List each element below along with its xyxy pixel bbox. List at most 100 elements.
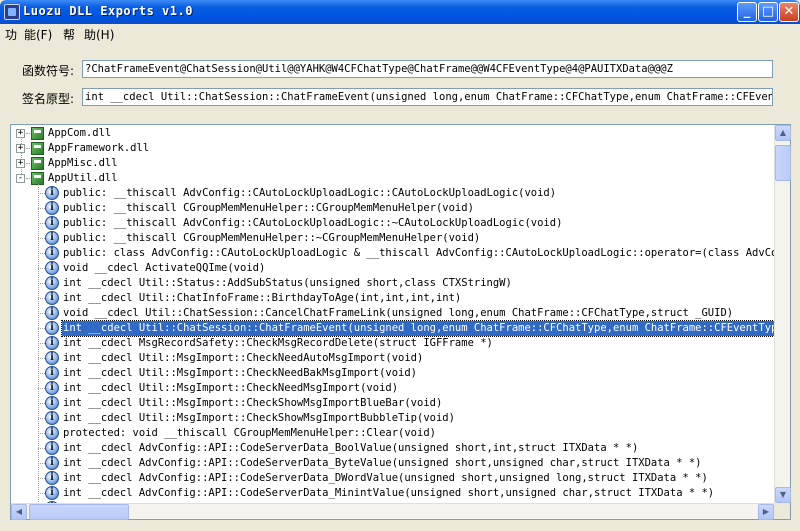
function-signature: void __cdecl ActivateQQIme(void) [63, 262, 266, 274]
tree-function-node[interactable]: i void __cdecl ActivateQQIme(void) [11, 261, 774, 276]
dll-icon [31, 142, 44, 155]
tree-guide-line [38, 358, 45, 359]
dll-name: AppFramework.dll [48, 142, 150, 154]
tree-guide-line [38, 223, 45, 224]
tree-guide-line [38, 313, 45, 314]
tree-guide-line [38, 403, 45, 404]
info-icon: i [45, 486, 59, 500]
tree-function-node[interactable]: i int __cdecl AdvConfig::API::CodeServerD… [11, 471, 774, 486]
tree-function-node[interactable]: i public: class AdvConfig::CAutoLockUploa… [11, 246, 777, 261]
info-icon: i [45, 366, 59, 380]
function-signature: int __cdecl AdvConfig::API::CodeServerDa… [63, 472, 708, 484]
tree-guide-line [38, 298, 45, 299]
function-signature: int __cdecl Util::MsgImport::CheckShowMs… [63, 412, 455, 424]
tree-function-node[interactable]: i protected: void __thiscall CGroupMemMen… [11, 426, 774, 441]
expand-icon[interactable]: + [16, 144, 25, 153]
tree-guide-line [38, 328, 45, 329]
tree-function-node[interactable]: i void __cdecl Util::ChatSession::CancelC… [11, 306, 774, 321]
scroll-down-button[interactable]: ▼ [775, 487, 791, 503]
function-signature: int __cdecl AdvConfig::API::CodeServerDa… [63, 487, 715, 499]
scroll-left-button[interactable]: ◀ [11, 504, 27, 520]
info-icon: i [45, 456, 59, 470]
function-signature: int __cdecl Util::Status::AddSubStatus(u… [63, 277, 512, 289]
symbol-field[interactable]: ?ChatFrameEvent@ChatSession@Util@@YAHK@W… [82, 60, 773, 78]
menu-function[interactable]: 能(F) [24, 26, 52, 43]
tree-dll-node[interactable]: + AppFramework.dll [11, 141, 771, 156]
scroll-up-button[interactable]: ▲ [775, 125, 791, 141]
prototype-label: 签名原型: [22, 92, 75, 106]
maximize-button[interactable]: □ [758, 2, 778, 22]
scroll-right-button[interactable]: ▶ [758, 504, 774, 520]
function-signature: int __cdecl Util::ChatSession::ChatFrame… [60, 320, 780, 337]
app-icon [4, 4, 20, 20]
tree-function-node[interactable]: i int __cdecl AdvConfig::API::CodeServerD… [11, 486, 774, 501]
tree-function-node[interactable]: i int __cdecl Util::Status::AddSubStatus(… [11, 276, 774, 291]
title-bar[interactable]: Luozu DLL Exports v1.0 _ □ ✕ [0, 0, 800, 24]
info-icon: i [45, 201, 59, 215]
info-icon: i [45, 351, 59, 365]
function-signature: int __cdecl Util::MsgImport::CheckNeedBa… [63, 367, 418, 379]
tree-function-node[interactable]: i public: __thiscall CGroupMemMenuHelper:… [11, 201, 774, 216]
expand-icon[interactable]: + [16, 159, 25, 168]
function-signature: int __cdecl AdvConfig::API::CodeServerDa… [63, 457, 702, 469]
close-button[interactable]: ✕ [779, 2, 799, 22]
tree-function-node[interactable]: i int __cdecl Util::MsgImport::CheckShowM… [11, 396, 774, 411]
function-signature: public: __thiscall CGroupMemMenuHelper::… [63, 202, 474, 214]
horizontal-scroll-thumb[interactable] [29, 504, 129, 520]
info-icon: i [45, 291, 59, 305]
tree-guide-line [38, 373, 45, 374]
menu-help[interactable]: 助(H) [84, 26, 114, 43]
tree-guide-line [38, 343, 45, 344]
tree-guide-line [38, 493, 45, 494]
info-icon: i [45, 411, 59, 425]
tree-function-node[interactable]: i int __cdecl Util::MsgImport::CheckShowM… [11, 411, 774, 426]
expand-icon[interactable]: + [16, 129, 25, 138]
horizontal-scrollbar[interactable]: ◀ ▶ [11, 503, 774, 520]
info-icon: i [45, 276, 59, 290]
tree-function-node[interactable]: i int __cdecl AdvConfig::API::CodeServerD… [11, 456, 774, 471]
tree-function-node[interactable]: i int __cdecl Util::ChatInfoFrame::Birthd… [11, 291, 774, 306]
tree-dll-node[interactable]: + AppMisc.dll [11, 156, 771, 171]
tree-guide-line [38, 268, 45, 269]
info-icon: i [45, 396, 59, 410]
exports-tree[interactable]: + AppCom.dll + AppFramework.dll + AppMisc.dll… [10, 124, 791, 520]
tree-function-node[interactable]: i public: __thiscall AdvConfig::CAutoLock… [11, 216, 774, 231]
tree-dll-node[interactable]: + AppCom.dll [11, 126, 771, 141]
info-icon: i [45, 306, 59, 320]
tree-function-node[interactable]: i int __cdecl Util::MsgImport::CheckNeedM… [11, 381, 774, 396]
scrollbar-corner [774, 503, 790, 519]
tree-function-node[interactable]: i int __cdecl Util::MsgImport::CheckNeedA… [11, 351, 774, 366]
info-icon: i [45, 216, 59, 230]
menu-function-char1[interactable]: 功 [5, 26, 17, 43]
symbol-label: 函数符号: [22, 64, 75, 78]
tree-function-node[interactable]: i int __cdecl MsgRecordSafety::CheckMsgRe… [11, 336, 774, 351]
tree-function-node[interactable]: i int __cdecl Util::MsgImport::CheckNeedB… [11, 366, 774, 381]
vertical-scrollbar[interactable]: ▲ ▼ [774, 125, 791, 503]
function-signature: int __cdecl MsgRecordSafety::CheckMsgRec… [63, 337, 493, 349]
info-icon: i [45, 336, 59, 350]
vertical-scroll-thumb[interactable] [775, 145, 791, 181]
info-icon: i [45, 426, 59, 440]
minimize-button[interactable]: _ [737, 2, 757, 22]
prototype-field[interactable]: int __cdecl Util::ChatSession::ChatFrame… [82, 88, 773, 106]
info-icon: i [45, 471, 59, 485]
tree-guide-line [38, 253, 45, 254]
collapse-icon[interactable]: - [16, 174, 25, 183]
tree-guide-line [38, 418, 45, 419]
tree-dll-node[interactable]: - AppUtil.dll [11, 171, 771, 186]
dll-name: AppMisc.dll [48, 157, 118, 169]
info-icon: i [45, 246, 59, 260]
tree-function-node[interactable]: i int __cdecl AdvConfig::API::CodeServerD… [11, 441, 774, 456]
info-icon: i [45, 441, 59, 455]
tree-function-node[interactable]: i public: __thiscall AdvConfig::CAutoLock… [11, 186, 774, 201]
menu-help-char1[interactable]: 帮 [63, 26, 75, 43]
function-signature: int __cdecl Util::MsgImport::CheckNeedAu… [63, 352, 424, 364]
function-signature: protected: void __thiscall CGroupMemMenu… [63, 427, 436, 439]
tree-function-node[interactable]: i public: __thiscall CGroupMemMenuHelper:… [11, 231, 774, 246]
tree-function-node-selected[interactable]: i int __cdecl Util::ChatSession::ChatFram… [11, 320, 780, 337]
function-signature: int __cdecl Util::MsgImport::CheckShowMs… [63, 397, 443, 409]
tree-guide-line [38, 208, 45, 209]
tree-guide-line [38, 193, 45, 194]
function-signature: public: __thiscall AdvConfig::CAutoLockU… [63, 217, 563, 229]
function-signature: public: __thiscall CGroupMemMenuHelper::… [63, 232, 481, 244]
